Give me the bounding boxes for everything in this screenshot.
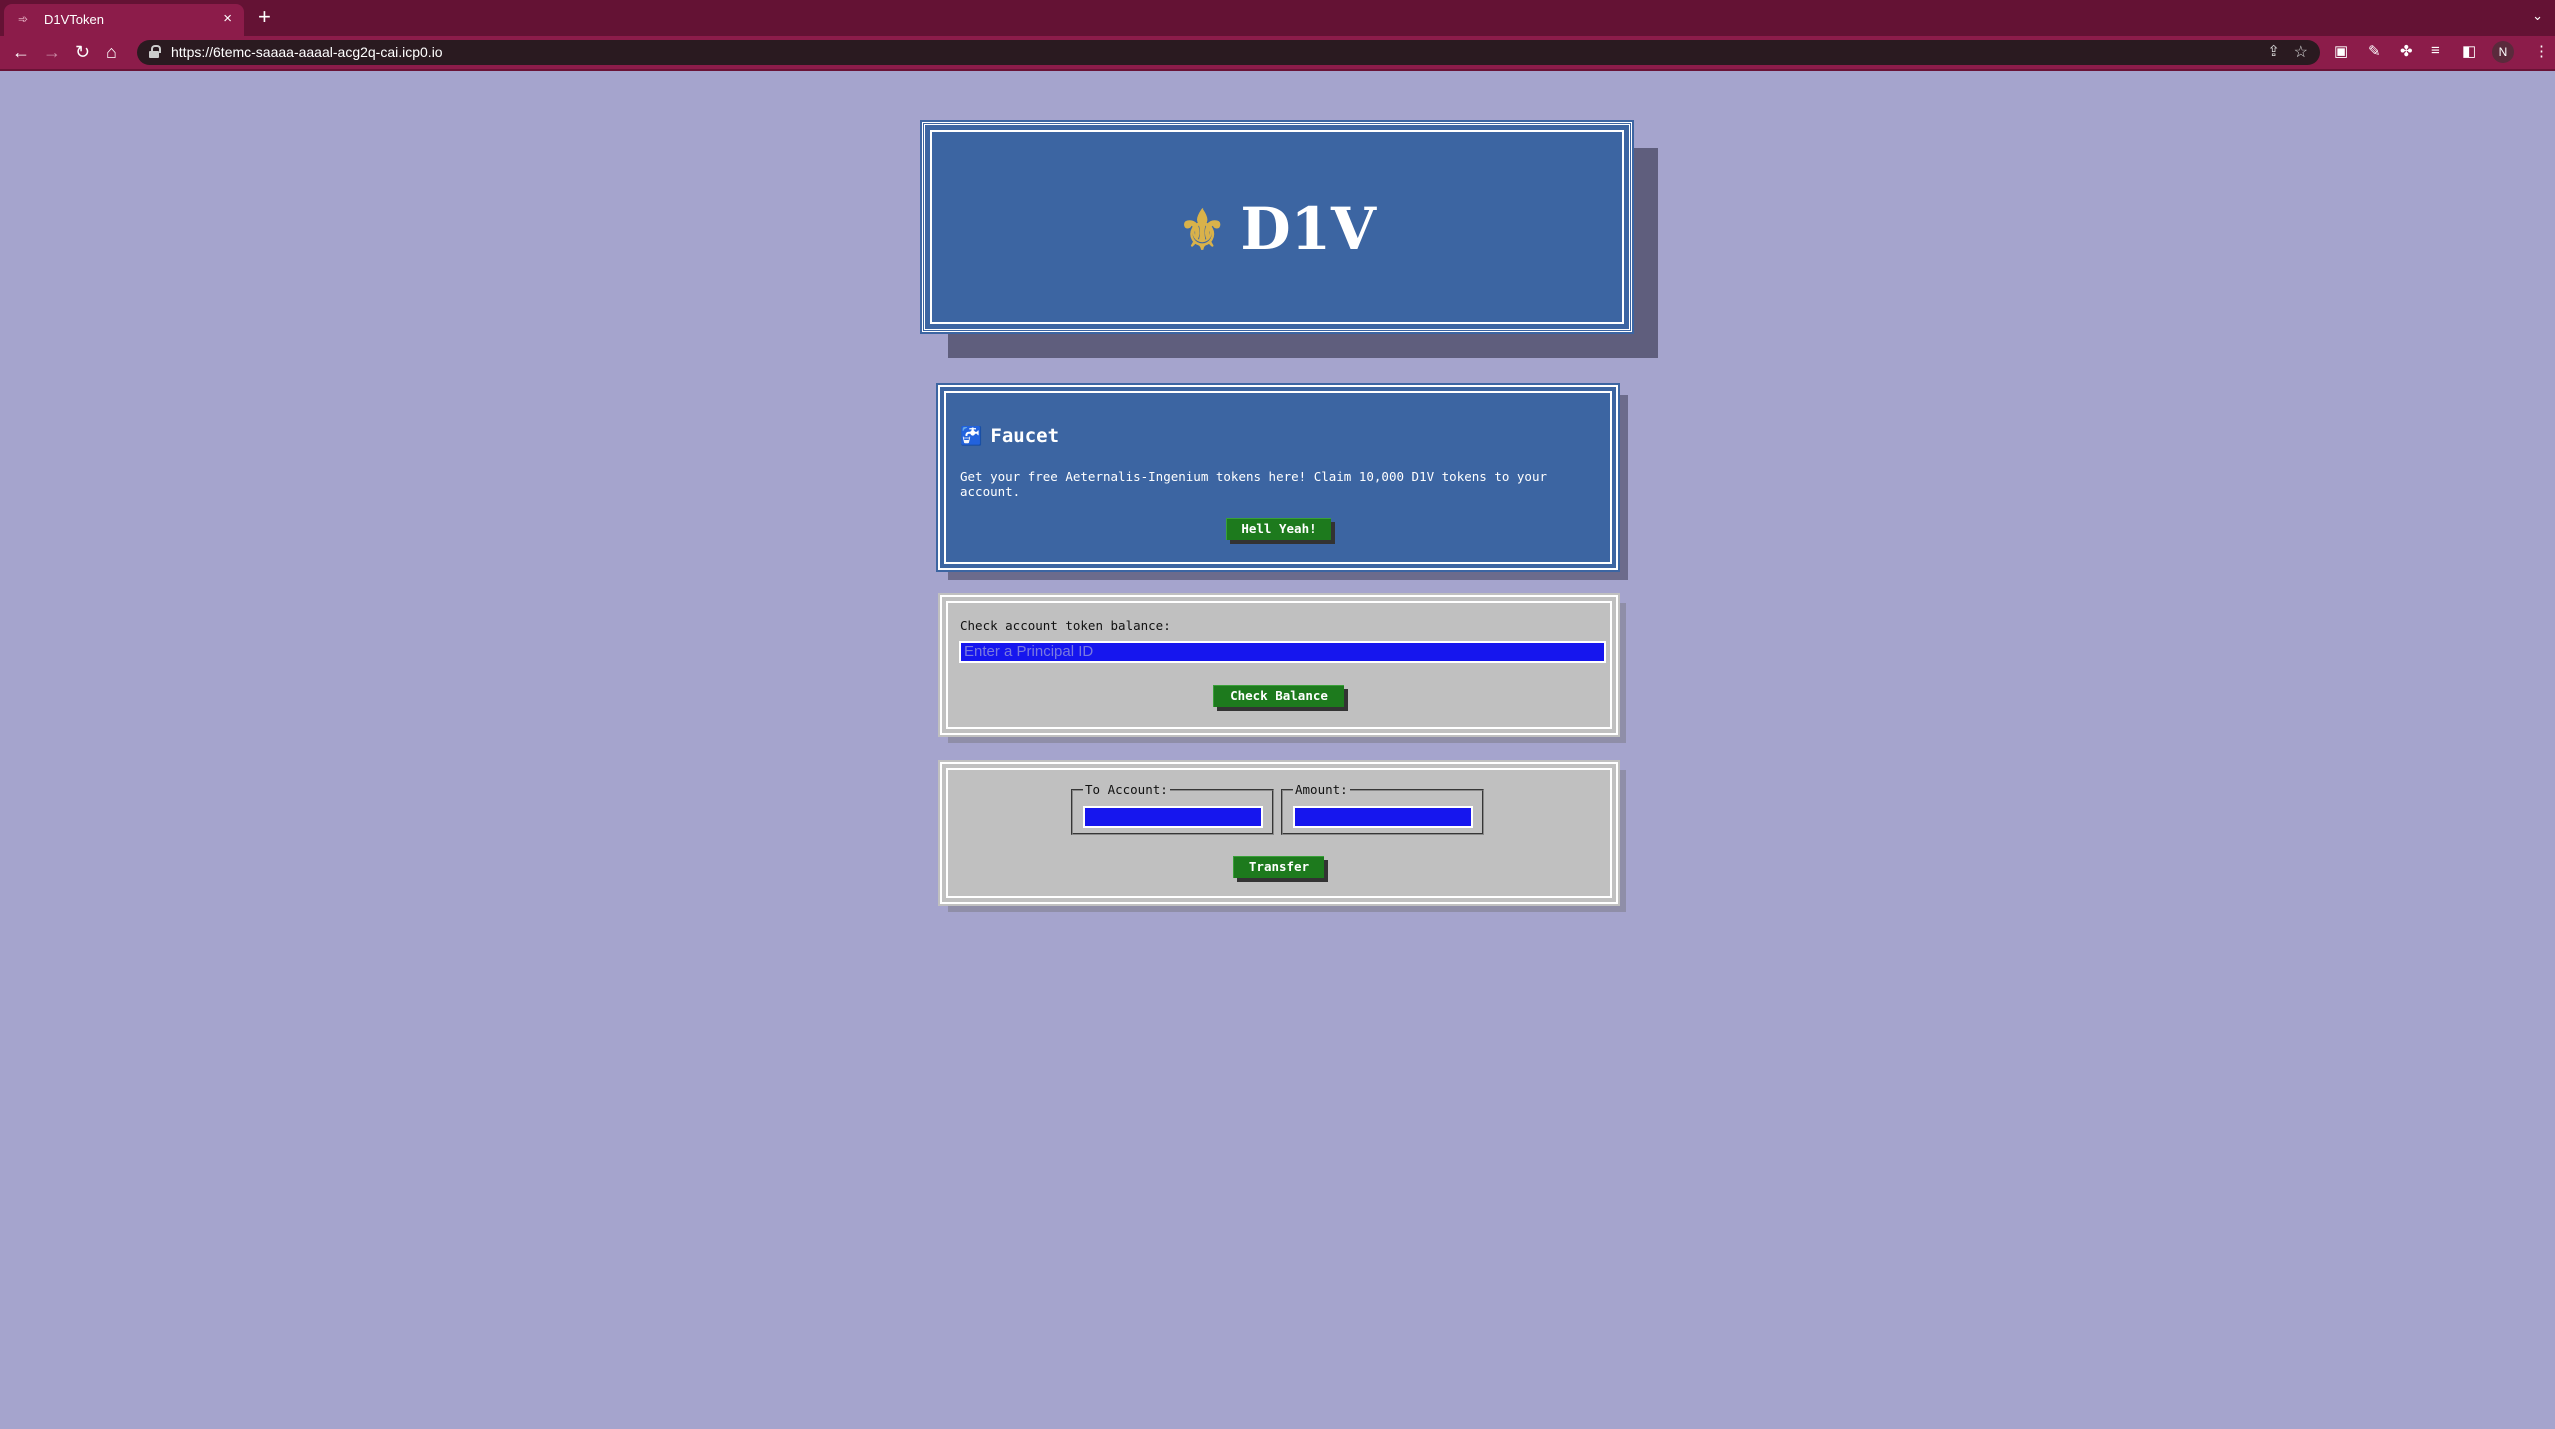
site-logo: ⚜ D1V bbox=[925, 195, 1629, 263]
new-tab-button[interactable]: + bbox=[258, 4, 271, 30]
transfer-inner-border bbox=[946, 768, 1612, 898]
balance-label: Check account token balance: bbox=[960, 618, 1171, 633]
more-menu-icon[interactable]: ⋮ bbox=[2534, 42, 2549, 60]
browser-tab[interactable]: ➾ D1VToken × bbox=[4, 4, 244, 36]
transfer-panel: To Account: Amount: Transfer bbox=[938, 760, 1620, 906]
browser-toolbar: ← → ↻ ⌂ https://6temc-saaaa-aaaal-acg2q-… bbox=[0, 36, 2555, 71]
amount-fieldset: Amount: bbox=[1281, 782, 1484, 835]
balance-panel: Check account token balance: Enter a Pri… bbox=[938, 593, 1620, 737]
extension-icon[interactable]: ▣ bbox=[2334, 42, 2348, 60]
header-banner: ⚜ D1V bbox=[920, 120, 1634, 334]
to-account-label: To Account: bbox=[1083, 782, 1170, 797]
link-icon: ➾ bbox=[18, 12, 29, 26]
faucet-panel: 🚰 Faucet Get your free Aeternalis-Ingeniu… bbox=[936, 383, 1620, 572]
close-tab-icon[interactable]: × bbox=[223, 10, 232, 27]
faucet-icon: 🚰 bbox=[960, 426, 983, 447]
check-balance-button[interactable]: Check Balance bbox=[1213, 685, 1344, 707]
fleur-de-lis-icon: ⚜ bbox=[1177, 198, 1227, 262]
bookmark-star-icon[interactable]: ☆ bbox=[2294, 42, 2308, 62]
logo-text: D1V bbox=[1240, 195, 1377, 263]
transfer-button[interactable]: Transfer bbox=[1233, 856, 1324, 878]
lock-icon[interactable] bbox=[149, 45, 161, 58]
amount-label: Amount: bbox=[1293, 782, 1350, 797]
tab-search-icon[interactable]: ⌄ bbox=[2532, 8, 2543, 24]
to-account-fieldset: To Account: bbox=[1071, 782, 1274, 835]
profile-avatar[interactable]: N bbox=[2492, 41, 2514, 63]
tab-title: D1VToken bbox=[44, 12, 104, 27]
claim-tokens-button[interactable]: Hell Yeah! bbox=[1226, 518, 1331, 540]
faucet-heading: 🚰 Faucet bbox=[960, 425, 1059, 447]
url-text: https://6temc-saaaa-aaaal-acg2q-cai.icp0… bbox=[171, 44, 443, 60]
forward-icon[interactable]: → bbox=[43, 41, 61, 63]
to-account-input[interactable] bbox=[1083, 806, 1263, 828]
home-icon[interactable]: ⌂ bbox=[106, 41, 117, 63]
principal-id-input[interactable]: Enter a Principal ID bbox=[959, 641, 1606, 663]
extension-pen-icon[interactable]: ✎ bbox=[2368, 42, 2381, 60]
reading-list-icon[interactable]: ≡ bbox=[2431, 42, 2440, 59]
reload-icon[interactable]: ↻ bbox=[75, 41, 90, 63]
amount-input[interactable] bbox=[1293, 806, 1473, 828]
faucet-description: Get your free Aeternalis-Ingenium tokens… bbox=[960, 469, 1547, 499]
browser-tab-bar: ➾ D1VToken × + ⌄ bbox=[0, 0, 2555, 36]
share-icon[interactable]: ⇪ bbox=[2267, 42, 2280, 60]
extensions-puzzle-icon[interactable]: ✤ bbox=[2400, 42, 2413, 60]
faucet-title: Faucet bbox=[990, 425, 1060, 447]
back-icon[interactable]: ← bbox=[12, 41, 30, 63]
address-bar[interactable]: https://6temc-saaaa-aaaal-acg2q-cai.icp0… bbox=[137, 40, 2320, 65]
side-panel-icon[interactable]: ◧ bbox=[2462, 42, 2476, 60]
